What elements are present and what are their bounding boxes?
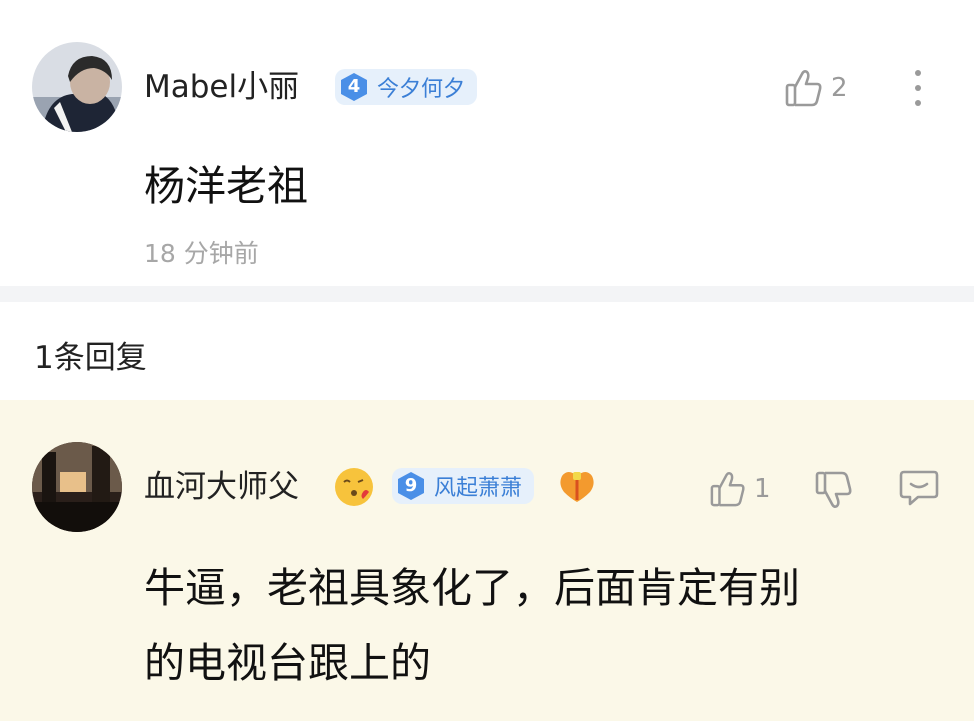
badge-label: 风起萧萧 [434,476,523,501]
main-comment: Mabel小丽 4 今夕何夕 2 杨洋老祖 18 分钟前 [0,0,974,286]
like-button[interactable]: 2 [785,68,848,108]
reply-text-line-1: 牛逼，老祖具象化了，后面肯定有别 [144,564,800,612]
badge-label: 今夕何夕 [377,77,466,102]
level-badge[interactable]: 9 风起萧萧 [392,468,535,504]
level-number: 4 [347,76,361,97]
level-number: 9 [404,475,418,496]
divider [0,286,974,302]
username[interactable]: 血河大师父 [144,467,299,507]
thumbs-up-icon [710,471,745,507]
level-badge[interactable]: 4 今夕何夕 [335,69,478,105]
username[interactable]: Mabel小丽 [144,67,299,107]
medal-icon [558,468,596,504]
more-options-icon[interactable] [910,68,926,108]
replies-header: 1条回复 [0,302,974,400]
comment-text: 杨洋老祖 [144,162,308,210]
level-hex-icon: 4 [339,72,369,102]
like-button[interactable]: 1 [710,470,771,508]
reply-icon[interactable] [898,468,940,508]
kiss-emoji-icon [333,466,375,508]
avatar[interactable] [32,42,122,132]
like-count: 1 [754,474,771,504]
avatar[interactable] [32,442,122,532]
reply-text-line-2: 的电视台跟上的 [144,639,431,687]
thumbs-down-icon [815,471,852,508]
dislike-button[interactable] [815,470,853,510]
level-hex-icon: 9 [396,471,426,501]
reply-count-label: 1条回复 [34,340,147,376]
thumbs-up-icon [785,70,822,107]
comment-time: 18 分钟前 [144,239,259,268]
like-count: 2 [831,73,848,103]
reply-item: 血河大师父 9 风起萧萧 1 牛逼，老祖具象化了，后面肯定有别 的电视台跟上的 [0,400,974,721]
